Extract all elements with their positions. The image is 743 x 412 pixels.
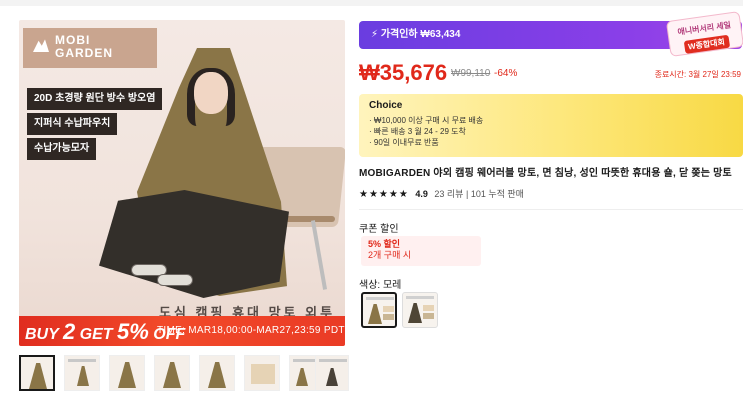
promo-get: GET [79,326,113,343]
thumb-figure [77,366,89,386]
swatch-figure [408,303,422,323]
product-main-image[interactable]: MOBI GARDEN 20D 초경량 원단 방수 방오염 지퍼식 수납파우치 … [19,20,345,346]
promo-pct: 5% [117,319,149,344]
sold-count: 101 누적 판매 [470,189,524,199]
thumbnail-1[interactable] [19,355,55,391]
thumb-figure [208,362,226,388]
swatch-tag [383,314,394,320]
thumbnail-3[interactable] [109,355,145,391]
swatch-tag [383,306,394,312]
price-row: ₩35,676 ₩99,110 -64% 종료시간: 3월 27일 23:59 [359,58,743,90]
thumbnail-4[interactable] [154,355,190,391]
coupon-card[interactable]: 5% 할인 2개 구매 시 [361,236,481,266]
price-drop-label: 가격인하 ₩63,434 [380,29,461,40]
sale-tag-line1: 애니버서리 세일 [676,20,732,37]
thumb-figure [163,362,181,388]
mountain-icon [33,39,49,52]
promo-banner: BUY 2 GET 5% OFF TIME: MAR18,00:00-MAR27… [19,316,345,346]
thumb-pouch [251,364,275,384]
coupon-label: 쿠폰 할인 [359,224,399,235]
color-swatch-dark[interactable] [402,292,438,328]
divider [359,209,743,210]
coupon-percent: 5% 할인 [368,239,401,249]
choice-line: · 빠른 배송 3 월 24 - 29 도착 [369,127,466,136]
promo-buy: BUY [25,326,59,343]
choice-benefits[interactable]: Choice · ₩10,000 이상 구매 시 무료 배송 · 빠른 배송 3… [359,94,743,157]
choice-line: · ₩10,000 이상 구매 시 무료 배송 [369,116,484,125]
swatch-figure [368,304,382,324]
discount-percent: -64% [494,68,518,79]
feature-badge: 20D 초경량 원단 방수 방오염 [27,88,163,110]
thumb-header-bar [68,359,96,362]
thumbnail-5[interactable] [199,355,235,391]
thumb-figure [118,362,136,388]
brand-line-2: GARDEN [55,46,114,60]
current-price: ₩35,676 [359,60,448,85]
feature-badge: 수납가능모자 [27,138,97,160]
thumb-header-bar [319,359,347,362]
swatch-tag [423,313,434,319]
choice-title: Choice [369,100,403,111]
swatch-header [366,297,394,300]
top-divider [0,0,743,6]
promo-buy-num: 2 [62,319,76,344]
color-swatch-sand[interactable] [361,292,397,328]
chair-leg-graphic [310,220,328,290]
original-price: ₩99,110 [451,68,491,79]
brand-logo: MOBI GARDEN [23,28,157,68]
anniversary-sale-tag: 애니버서리 세일 W종합대회 [665,11,743,57]
poncho-lining-graphic [99,190,289,298]
thumb-figure [29,363,47,389]
star-rating-icon: ★★★★★ [359,189,409,200]
price-drop-text: ⚡ 가격인하 ₩63,434 [371,29,460,41]
thumbnail-6[interactable] [244,355,280,391]
swatch-header [406,296,434,299]
rating-row[interactable]: ★★★★★ 4.9 23 리뷰 | 101 누적 판매 [359,187,524,201]
face-graphic [194,72,228,114]
feature-badge: 지퍼식 수납파우치 [27,113,118,135]
thumbnail-strip [19,355,349,395]
sale-tag-line2: W종합대회 [683,34,730,54]
shoe-graphic [157,274,193,286]
choice-line: · 90일 이내무료 반품 [369,138,439,147]
thumbnail-8[interactable] [315,355,349,391]
thumbnail-2[interactable] [64,355,100,391]
color-label: 색상: 모레 [359,280,402,291]
review-count[interactable]: 23 리뷰 [434,189,463,199]
sale-end-time: 종료시간: 3월 27일 23:59 [654,70,741,79]
swatch-tag [423,305,434,311]
coupon-condition: 2개 구매 시 [368,250,412,260]
promo-time: TIME: MAR18,00:00-MAR27,23:59 PDT [157,325,345,336]
thumb-figure [326,368,338,386]
product-title: MOBIGARDEN 야외 캠핑 웨어러블 망토, 면 침낭, 성인 따뜻한 휴… [359,168,732,179]
lightning-icon: ⚡ [371,29,379,40]
thumb-figure [296,368,308,386]
rating-score: 4.9 [415,189,428,199]
